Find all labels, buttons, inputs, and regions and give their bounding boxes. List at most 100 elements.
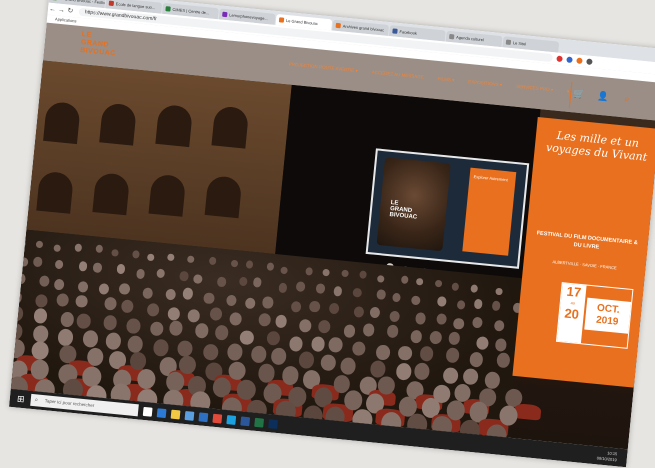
windows-start-icon[interactable]: ⊞ — [13, 391, 28, 406]
festival-dates: 17 au 20 OCT. 2019 — [555, 282, 634, 349]
excel-icon[interactable] — [254, 417, 265, 428]
audience-member — [118, 282, 131, 296]
audience-member — [328, 336, 343, 353]
audience-member — [33, 256, 43, 267]
audience-member — [152, 339, 169, 357]
tab-favicon-icon — [392, 28, 398, 34]
extension-icon[interactable] — [566, 56, 573, 64]
projected-orange-panel: Explorer Autrement — [462, 167, 517, 256]
audience-member — [434, 279, 443, 288]
audience-member — [369, 359, 386, 378]
audience-member — [473, 298, 484, 310]
mail-icon[interactable] — [198, 411, 209, 422]
extension-icon[interactable] — [576, 57, 583, 65]
audience-member — [18, 239, 27, 248]
audience-member — [266, 262, 275, 272]
audience-member — [274, 313, 288, 329]
audience-member — [59, 311, 75, 328]
audience-member — [35, 240, 44, 249]
audience-member — [120, 299, 134, 314]
audience-member — [18, 256, 29, 267]
audience-member — [270, 347, 288, 366]
audience-member — [35, 293, 49, 308]
audience-member — [76, 312, 92, 329]
file-explorer-icon[interactable] — [170, 409, 181, 419]
task-view-icon[interactable] — [142, 406, 153, 417]
audience-member — [266, 330, 281, 347]
balcony-arch — [148, 173, 187, 217]
audience-member — [250, 345, 268, 364]
audience-member — [471, 316, 483, 329]
menu-item-expositions[interactable]: EXPOSITIONS ▾ — [468, 79, 502, 88]
audience-member — [305, 266, 314, 276]
audience-member — [320, 353, 337, 372]
tab-favicon-icon — [278, 17, 285, 23]
audience-member — [39, 275, 51, 288]
profile-avatar[interactable] — [586, 58, 593, 66]
audience-member — [281, 365, 300, 386]
balcony-arch — [99, 102, 137, 146]
audience-member — [98, 282, 110, 295]
extension-icon[interactable] — [556, 55, 563, 63]
bookmark-applications[interactable]: Applications — [55, 16, 77, 23]
search-icon[interactable]: ⌕ — [619, 91, 634, 106]
reload-icon[interactable]: ↻ — [66, 6, 76, 16]
audience-member — [217, 276, 227, 288]
audience-member — [252, 277, 263, 288]
site-logo[interactable]: LE GRAND BIVOUAC — [80, 31, 118, 58]
word-icon[interactable] — [240, 415, 251, 426]
menu-item-films[interactable]: FILMS ▾ — [437, 76, 454, 84]
audience-member — [102, 314, 118, 331]
audience-member — [451, 282, 460, 291]
day-end: 20 — [563, 305, 580, 322]
menu-item-message[interactable]: ACCEDEZ AU MESSAGE — [371, 70, 424, 81]
audience-member — [56, 328, 74, 347]
audience-member — [104, 331, 122, 350]
edge-icon[interactable] — [156, 407, 167, 418]
audience-member — [341, 269, 350, 278]
menu-item-projection[interactable]: PROJECTION ROUTE AVERTIE ▾ — [288, 61, 359, 74]
audience-member — [166, 253, 175, 262]
audience-member — [339, 357, 357, 375]
audience-member — [351, 340, 366, 357]
audience-member — [181, 287, 194, 300]
audience-member — [165, 288, 177, 301]
balcony-arch — [43, 100, 81, 145]
audience-member — [179, 270, 189, 282]
store-icon[interactable] — [184, 410, 195, 421]
clock-date: 08/10/2019 — [596, 455, 617, 463]
audience-member — [435, 312, 447, 325]
audience-member — [246, 260, 254, 269]
audience-member — [135, 269, 146, 280]
audience-member — [95, 244, 104, 254]
audience-member — [322, 268, 330, 277]
skype-icon[interactable] — [226, 414, 237, 425]
audience-member — [53, 278, 65, 291]
audience-member — [257, 312, 271, 327]
audience-member — [187, 308, 201, 323]
audience-member — [362, 323, 376, 338]
audience-member — [395, 362, 412, 381]
tab-label: Le Sitel — [512, 40, 527, 47]
audience-member — [75, 294, 89, 309]
audience-member — [495, 352, 511, 369]
audience-member — [14, 272, 26, 285]
audience-member — [209, 307, 223, 322]
audience-member — [10, 322, 24, 341]
audience-member — [397, 345, 413, 362]
account-icon[interactable]: 👤 — [595, 89, 610, 104]
chrome-icon[interactable] — [212, 413, 223, 424]
audience-member — [476, 336, 490, 351]
audience-member — [116, 263, 126, 275]
menu-item-services-pro[interactable]: SERVICES PRO ▾ — [516, 84, 553, 94]
audience-member — [225, 294, 238, 307]
audience-member — [491, 300, 501, 311]
photoshop-icon[interactable] — [268, 418, 279, 429]
cart-icon[interactable]: 🛒 — [572, 86, 587, 101]
audience-member — [494, 287, 503, 296]
audience-member — [236, 378, 257, 401]
audience-member — [239, 329, 255, 346]
audience-member — [10, 305, 25, 322]
festival-banner: Les mille et un voyages du Vivant FESTIV… — [512, 116, 655, 388]
audience-member — [409, 329, 423, 344]
